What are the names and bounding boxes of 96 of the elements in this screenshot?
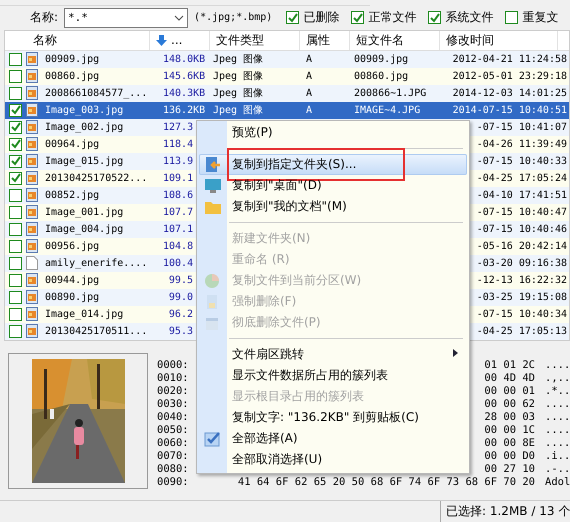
file-name: 00964.jpg — [44, 138, 100, 150]
file-attribute: A — [305, 104, 314, 116]
modified-time: -04-10 17:41:51 — [476, 190, 568, 201]
file-name: 20130425170511... — [44, 326, 148, 337]
ascii-text: Adol — [545, 476, 570, 490]
file-size: 140.3KB — [162, 88, 205, 99]
hex-offset: 0080: — [157, 463, 189, 476]
file-size: 99.0 — [168, 292, 193, 303]
file-size: 109.1 — [162, 172, 193, 184]
hex-offset: 0020: — [157, 385, 189, 398]
hex-bytes: 00 27 10 — [484, 463, 535, 476]
modified-time: -07-15 10:40:34 — [476, 308, 568, 320]
file-name: 00944.jpg — [44, 274, 100, 286]
file-size: 118.4 — [162, 138, 193, 150]
file-size: 95.3 — [168, 326, 193, 337]
hex-offset: 0060: — [157, 437, 189, 450]
modified-time: 2014-07-15 10:40:51 — [452, 104, 568, 116]
file-size: 104.8 — [162, 240, 193, 252]
ascii-text: .,.. — [545, 372, 570, 386]
hex-bytes: 00 00 01 — [484, 385, 535, 398]
modified-time: -12-13 16:22:32 — [476, 274, 568, 286]
ascii-text: .... — [545, 437, 570, 450]
ascii-text: .... — [545, 398, 570, 412]
file-size: 145.6KB — [162, 70, 205, 82]
hex-bytes: 00 00 8E — [484, 437, 535, 450]
ascii-text: .*.. — [545, 385, 570, 398]
file-name: 00890.jpg — [44, 292, 100, 303]
file-name: Image_004.jpg — [44, 224, 124, 235]
hex-bytes: 00 00 62 — [484, 398, 535, 412]
modified-time: -07-15 10:40:47 — [476, 206, 568, 218]
file-size: 108.6 — [162, 190, 193, 201]
file-type: Jpeg 图像 — [212, 70, 264, 84]
modified-time: 2014-12-03 14:01:25 — [452, 88, 568, 99]
hex-offset: 0040: — [157, 411, 189, 424]
file-size: 113.9 — [162, 156, 193, 167]
modified-time: -04-26 11:39:49 — [476, 138, 568, 150]
modified-time: -07-15 10:41:07 — [476, 122, 568, 133]
modified-time: -05-16 20:42:14 — [476, 240, 568, 252]
hex-bytes: 41 64 6F 62 65 20 50 68 6F 74 6F 73 68 6F 70 20 — [238, 476, 535, 490]
filter-hint: (*.jpg;*.bmp) — [194, 12, 272, 24]
modified-time: -07-15 10:40:33 — [476, 156, 568, 167]
file-size: 107.7 — [162, 206, 193, 218]
file-attribute: A — [305, 54, 314, 65]
file-name: Image_001.jpg — [44, 206, 124, 218]
modified-time: -04-25 17:05:13 — [476, 326, 568, 337]
file-name: Image_015.jpg — [44, 156, 124, 167]
file-size: 99.5 — [168, 274, 193, 286]
file-type: Jpeg 图像 — [212, 53, 264, 66]
file-size: 96.2 — [168, 308, 193, 320]
file-name: 20130425170522... — [44, 172, 148, 184]
status-text: 已选择: 1.2MB / 13 个 — [440, 501, 570, 522]
file-name: 00956.jpg — [44, 240, 100, 252]
modified-time: 2012-04-21 11:24:58 — [452, 54, 568, 65]
hex-offset: 0050: — [157, 424, 189, 438]
hex-offset: 0090: — [157, 476, 189, 490]
hex-offset: 0030: — [157, 398, 189, 412]
file-attribute: A — [305, 88, 314, 99]
file-name: Image_002.jpg — [44, 122, 124, 133]
file-name: 2008661084577_... — [44, 88, 148, 99]
modified-time: -04-25 17:05:24 — [476, 172, 568, 184]
ascii-text: .... — [545, 424, 570, 438]
file-name: 00860.jpg — [44, 70, 100, 82]
hex-offset: 0070: — [157, 450, 189, 464]
file-type: Jpeg 图像 — [212, 104, 264, 118]
file-size: 148.0KB — [162, 54, 205, 65]
modified-time: 2012-05-01 23:29:18 — [452, 70, 568, 82]
short-file-name: 00909.jpg — [353, 54, 410, 65]
file-size: 100.4 — [162, 258, 193, 269]
hex-bytes: 00 4D 4D — [484, 372, 535, 386]
file-type: Jpeg 图像 — [212, 87, 264, 100]
file-name: 00852.jpg — [44, 190, 100, 201]
hex-bytes: 00 00 1C — [484, 424, 535, 438]
hex-offset: 0010: — [157, 372, 189, 386]
hex-bytes: 00 00 D0 — [484, 450, 535, 464]
ascii-text: .... — [545, 359, 570, 372]
name-label: 名称: — [30, 9, 58, 26]
ascii-text: .... — [545, 411, 570, 424]
file-attribute: A — [305, 70, 314, 82]
file-name: Image_003.jpg — [44, 104, 124, 116]
modified-time: -03-25 19:15:08 — [476, 292, 568, 303]
file-name: Image_014.jpg — [44, 308, 124, 320]
hex-bytes: 28 00 03 — [484, 411, 535, 424]
file-name: amily_enerife.... — [44, 258, 148, 269]
ascii-text: .-.. — [545, 463, 570, 476]
short-file-name: 200866~1.JPG — [353, 88, 428, 99]
modified-time: -07-15 10:40:46 — [476, 224, 568, 235]
file-name: 00909.jpg — [44, 54, 100, 65]
hex-bytes: 01 01 2C — [484, 359, 535, 372]
short-file-name: IMAGE~4.JPG — [353, 104, 422, 116]
short-file-name: 00860.jpg — [353, 70, 410, 82]
file-size: 107.1 — [162, 224, 193, 235]
modified-time: -03-20 09:16:38 — [476, 258, 568, 269]
hex-offset: 0000: — [157, 359, 189, 372]
ascii-text: .i.. — [545, 450, 570, 464]
file-size: 127.3 — [162, 122, 193, 133]
file-size: 136.2KB — [162, 104, 205, 116]
